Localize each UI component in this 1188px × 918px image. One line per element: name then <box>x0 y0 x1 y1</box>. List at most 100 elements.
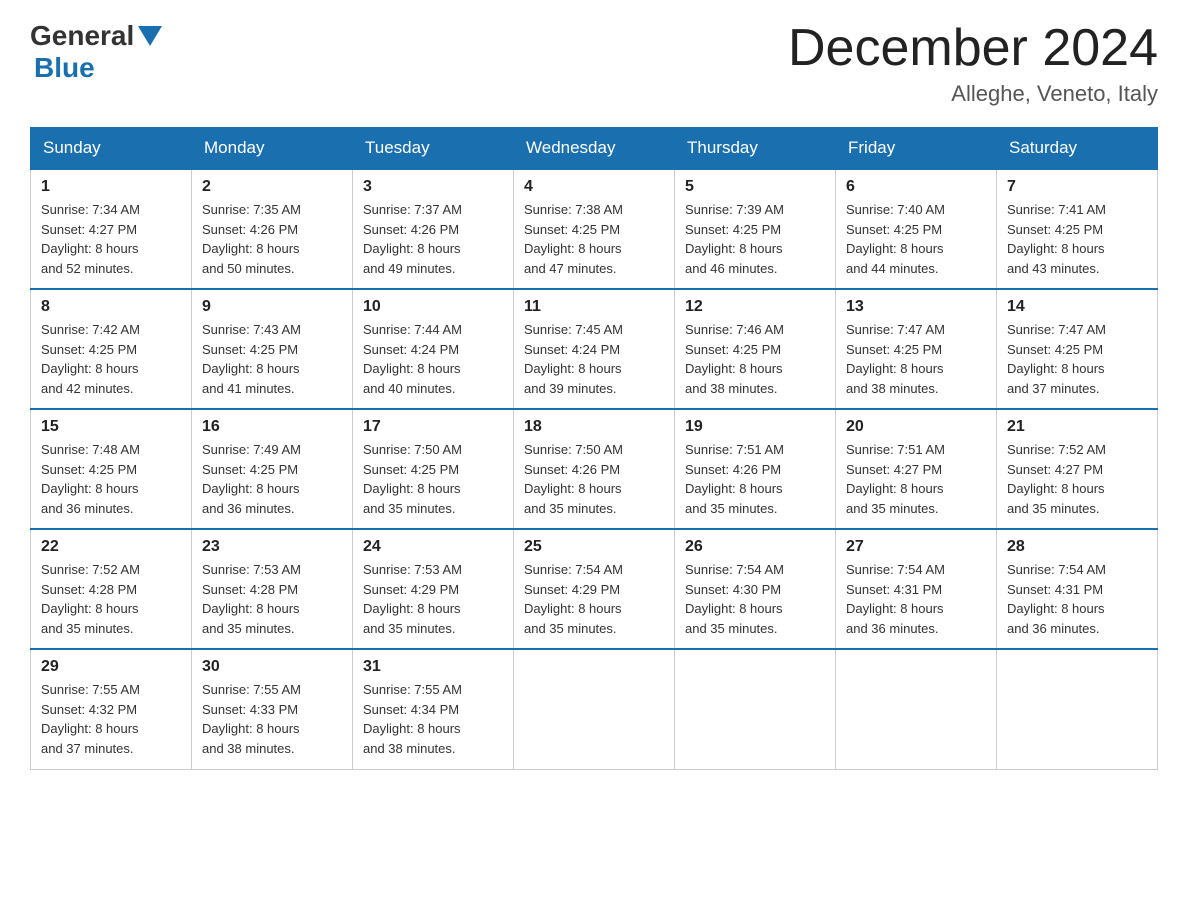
location-subtitle: Alleghe, Veneto, Italy <box>788 81 1158 107</box>
day-number: 4 <box>524 178 664 196</box>
table-row <box>997 649 1158 769</box>
day-info: Sunrise: 7:55 AM Sunset: 4:34 PM Dayligh… <box>363 680 503 758</box>
day-number: 1 <box>41 178 181 196</box>
day-info: Sunrise: 7:54 AM Sunset: 4:30 PM Dayligh… <box>685 560 825 638</box>
table-row: 27 Sunrise: 7:54 AM Sunset: 4:31 PM Dayl… <box>836 529 997 649</box>
col-thursday: Thursday <box>675 128 836 170</box>
col-monday: Monday <box>192 128 353 170</box>
day-info: Sunrise: 7:44 AM Sunset: 4:24 PM Dayligh… <box>363 320 503 398</box>
day-number: 23 <box>202 538 342 556</box>
day-info: Sunrise: 7:52 AM Sunset: 4:27 PM Dayligh… <box>1007 440 1147 518</box>
table-row: 26 Sunrise: 7:54 AM Sunset: 4:30 PM Dayl… <box>675 529 836 649</box>
day-number: 31 <box>363 658 503 676</box>
table-row: 16 Sunrise: 7:49 AM Sunset: 4:25 PM Dayl… <box>192 409 353 529</box>
logo-general-text: General <box>30 20 134 52</box>
table-row: 24 Sunrise: 7:53 AM Sunset: 4:29 PM Dayl… <box>353 529 514 649</box>
table-row: 14 Sunrise: 7:47 AM Sunset: 4:25 PM Dayl… <box>997 289 1158 409</box>
calendar-week-row: 1 Sunrise: 7:34 AM Sunset: 4:27 PM Dayli… <box>31 169 1158 289</box>
day-number: 2 <box>202 178 342 196</box>
col-wednesday: Wednesday <box>514 128 675 170</box>
page-header: General Blue December 2024 Alleghe, Vene… <box>30 20 1158 107</box>
day-info: Sunrise: 7:53 AM Sunset: 4:29 PM Dayligh… <box>363 560 503 638</box>
day-info: Sunrise: 7:53 AM Sunset: 4:28 PM Dayligh… <box>202 560 342 638</box>
table-row: 25 Sunrise: 7:54 AM Sunset: 4:29 PM Dayl… <box>514 529 675 649</box>
day-info: Sunrise: 7:54 AM Sunset: 4:31 PM Dayligh… <box>846 560 986 638</box>
table-row: 8 Sunrise: 7:42 AM Sunset: 4:25 PM Dayli… <box>31 289 192 409</box>
col-saturday: Saturday <box>997 128 1158 170</box>
day-number: 5 <box>685 178 825 196</box>
day-number: 21 <box>1007 418 1147 436</box>
table-row: 22 Sunrise: 7:52 AM Sunset: 4:28 PM Dayl… <box>31 529 192 649</box>
day-number: 8 <box>41 298 181 316</box>
table-row: 13 Sunrise: 7:47 AM Sunset: 4:25 PM Dayl… <box>836 289 997 409</box>
table-row: 31 Sunrise: 7:55 AM Sunset: 4:34 PM Dayl… <box>353 649 514 769</box>
calendar-table: Sunday Monday Tuesday Wednesday Thursday… <box>30 127 1158 770</box>
calendar-week-row: 8 Sunrise: 7:42 AM Sunset: 4:25 PM Dayli… <box>31 289 1158 409</box>
col-friday: Friday <box>836 128 997 170</box>
title-section: December 2024 Alleghe, Veneto, Italy <box>788 20 1158 107</box>
day-number: 17 <box>363 418 503 436</box>
table-row: 7 Sunrise: 7:41 AM Sunset: 4:25 PM Dayli… <box>997 169 1158 289</box>
table-row: 6 Sunrise: 7:40 AM Sunset: 4:25 PM Dayli… <box>836 169 997 289</box>
day-number: 24 <box>363 538 503 556</box>
day-number: 19 <box>685 418 825 436</box>
table-row: 10 Sunrise: 7:44 AM Sunset: 4:24 PM Dayl… <box>353 289 514 409</box>
logo-blue-text: Blue <box>34 52 95 83</box>
calendar-week-row: 29 Sunrise: 7:55 AM Sunset: 4:32 PM Dayl… <box>31 649 1158 769</box>
day-number: 7 <box>1007 178 1147 196</box>
day-info: Sunrise: 7:45 AM Sunset: 4:24 PM Dayligh… <box>524 320 664 398</box>
day-info: Sunrise: 7:35 AM Sunset: 4:26 PM Dayligh… <box>202 200 342 278</box>
table-row: 2 Sunrise: 7:35 AM Sunset: 4:26 PM Dayli… <box>192 169 353 289</box>
day-number: 18 <box>524 418 664 436</box>
table-row: 28 Sunrise: 7:54 AM Sunset: 4:31 PM Dayl… <box>997 529 1158 649</box>
day-number: 30 <box>202 658 342 676</box>
day-number: 27 <box>846 538 986 556</box>
day-info: Sunrise: 7:55 AM Sunset: 4:32 PM Dayligh… <box>41 680 181 758</box>
day-info: Sunrise: 7:40 AM Sunset: 4:25 PM Dayligh… <box>846 200 986 278</box>
table-row: 21 Sunrise: 7:52 AM Sunset: 4:27 PM Dayl… <box>997 409 1158 529</box>
day-info: Sunrise: 7:52 AM Sunset: 4:28 PM Dayligh… <box>41 560 181 638</box>
day-info: Sunrise: 7:47 AM Sunset: 4:25 PM Dayligh… <box>1007 320 1147 398</box>
day-info: Sunrise: 7:50 AM Sunset: 4:25 PM Dayligh… <box>363 440 503 518</box>
table-row <box>675 649 836 769</box>
day-info: Sunrise: 7:42 AM Sunset: 4:25 PM Dayligh… <box>41 320 181 398</box>
day-info: Sunrise: 7:47 AM Sunset: 4:25 PM Dayligh… <box>846 320 986 398</box>
col-sunday: Sunday <box>31 128 192 170</box>
day-info: Sunrise: 7:51 AM Sunset: 4:27 PM Dayligh… <box>846 440 986 518</box>
table-row: 1 Sunrise: 7:34 AM Sunset: 4:27 PM Dayli… <box>31 169 192 289</box>
day-number: 16 <box>202 418 342 436</box>
logo-triangle-icon <box>138 26 162 46</box>
table-row: 15 Sunrise: 7:48 AM Sunset: 4:25 PM Dayl… <box>31 409 192 529</box>
day-info: Sunrise: 7:37 AM Sunset: 4:26 PM Dayligh… <box>363 200 503 278</box>
day-info: Sunrise: 7:55 AM Sunset: 4:33 PM Dayligh… <box>202 680 342 758</box>
day-number: 14 <box>1007 298 1147 316</box>
day-number: 20 <box>846 418 986 436</box>
day-number: 15 <box>41 418 181 436</box>
day-info: Sunrise: 7:34 AM Sunset: 4:27 PM Dayligh… <box>41 200 181 278</box>
day-number: 25 <box>524 538 664 556</box>
table-row: 17 Sunrise: 7:50 AM Sunset: 4:25 PM Dayl… <box>353 409 514 529</box>
col-tuesday: Tuesday <box>353 128 514 170</box>
day-info: Sunrise: 7:54 AM Sunset: 4:29 PM Dayligh… <box>524 560 664 638</box>
day-number: 9 <box>202 298 342 316</box>
day-info: Sunrise: 7:46 AM Sunset: 4:25 PM Dayligh… <box>685 320 825 398</box>
day-number: 26 <box>685 538 825 556</box>
table-row: 11 Sunrise: 7:45 AM Sunset: 4:24 PM Dayl… <box>514 289 675 409</box>
table-row: 20 Sunrise: 7:51 AM Sunset: 4:27 PM Dayl… <box>836 409 997 529</box>
month-title: December 2024 <box>788 20 1158 77</box>
table-row <box>836 649 997 769</box>
day-info: Sunrise: 7:41 AM Sunset: 4:25 PM Dayligh… <box>1007 200 1147 278</box>
table-row: 18 Sunrise: 7:50 AM Sunset: 4:26 PM Dayl… <box>514 409 675 529</box>
calendar-week-row: 15 Sunrise: 7:48 AM Sunset: 4:25 PM Dayl… <box>31 409 1158 529</box>
day-info: Sunrise: 7:51 AM Sunset: 4:26 PM Dayligh… <box>685 440 825 518</box>
day-info: Sunrise: 7:39 AM Sunset: 4:25 PM Dayligh… <box>685 200 825 278</box>
day-info: Sunrise: 7:48 AM Sunset: 4:25 PM Dayligh… <box>41 440 181 518</box>
day-number: 11 <box>524 298 664 316</box>
table-row: 29 Sunrise: 7:55 AM Sunset: 4:32 PM Dayl… <box>31 649 192 769</box>
table-row: 5 Sunrise: 7:39 AM Sunset: 4:25 PM Dayli… <box>675 169 836 289</box>
day-info: Sunrise: 7:38 AM Sunset: 4:25 PM Dayligh… <box>524 200 664 278</box>
day-info: Sunrise: 7:49 AM Sunset: 4:25 PM Dayligh… <box>202 440 342 518</box>
table-row: 12 Sunrise: 7:46 AM Sunset: 4:25 PM Dayl… <box>675 289 836 409</box>
table-row: 4 Sunrise: 7:38 AM Sunset: 4:25 PM Dayli… <box>514 169 675 289</box>
day-number: 3 <box>363 178 503 196</box>
